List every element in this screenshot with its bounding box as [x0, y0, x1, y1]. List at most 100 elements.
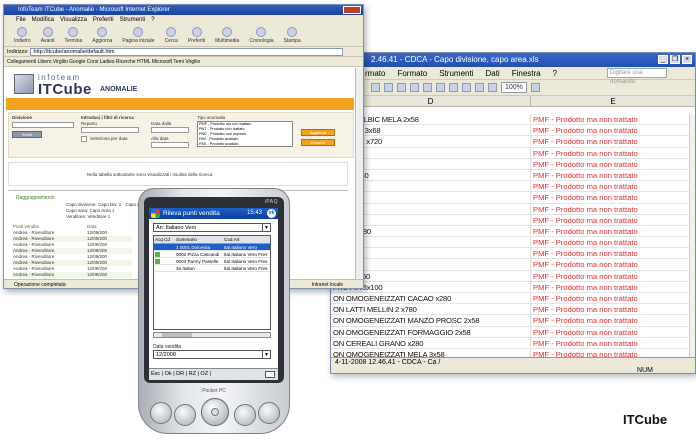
cell-e[interactable]: PMF - Prodotto ma non trattato: [531, 338, 695, 348]
seleziona-checkbox[interactable]: [81, 136, 87, 142]
close-icon[interactable]: [343, 6, 361, 14]
browser-title-bar[interactable]: InfoTeam ITCube - Anomalie - Microsoft I…: [4, 5, 363, 15]
cell-e[interactable]: PMF - Prodotto ma non trattato: [531, 304, 695, 314]
esporta-button[interactable]: Esporta: [301, 139, 335, 146]
sum-icon[interactable]: [436, 83, 445, 92]
address-input[interactable]: http://itcube/anomalie/default.htm: [30, 47, 343, 56]
scroll-thumb[interactable]: [162, 333, 192, 337]
print-icon[interactable]: [371, 83, 380, 92]
table-row[interactable]: TEFIORE x720PMF - Prodotto ma non tratta…: [331, 136, 695, 148]
dpad-icon[interactable]: [201, 398, 229, 426]
zoom-select[interactable]: 100%: [501, 82, 527, 93]
column-header-e[interactable]: E: [531, 96, 695, 106]
menu-strumenti[interactable]: Strumenti: [439, 67, 473, 79]
menu-formato-partial[interactable]: rmato: [365, 67, 385, 79]
cell-d[interactable]: ON CEREALI GRANO x280: [331, 337, 531, 348]
keyboard-icon[interactable]: [265, 371, 275, 378]
list-item[interactable]: PAS - Prodotto scaduto: [199, 142, 292, 146]
forward-button[interactable]: Avanti: [41, 27, 55, 44]
hyperlink-icon[interactable]: [423, 83, 432, 92]
data-dalla-input[interactable]: [151, 127, 189, 133]
ask-question-input[interactable]: Digitare una domanda: [607, 68, 667, 85]
minimize-icon[interactable]: _: [658, 55, 668, 64]
reparto-select[interactable]: [81, 127, 139, 133]
cell-e[interactable]: PMF - Prodotto ma non trattato: [531, 226, 695, 236]
table-row[interactable]: ON LATTI MELLIN 2 x780 PMF - Prodotto ma …: [331, 304, 695, 316]
cell-e[interactable]: PMF - Prodotto ma non trattato: [531, 248, 695, 258]
cell-e[interactable]: PMF - Prodotto ma non trattato: [531, 125, 695, 135]
favorites-button[interactable]: Preferiti: [188, 27, 205, 44]
cell-e[interactable]: PMF - Prodotto ma non trattato: [531, 215, 695, 225]
table-row[interactable]: 09PMF - Prodotto ma non trattato: [331, 248, 695, 260]
grid-header-cd[interactable]: Cd: [164, 236, 176, 243]
table-row[interactable]: ANZO 2x80PMF - Prodotto ma non trattato: [331, 225, 695, 238]
cell-e[interactable]: PMF - Prodotto ma non trattato: [531, 271, 695, 281]
aggiorna-button[interactable]: Aggiorna: [301, 129, 335, 136]
cell-e[interactable]: PMF - Prodotto ma non trattato: [531, 159, 695, 169]
checkbox-icon[interactable]: [155, 259, 160, 264]
cell-d[interactable]: ON OMOGENEIZZATI MANZO PROSC 2x58: [331, 315, 531, 326]
cell-e[interactable]: PMF - Prodotto ma non trattato: [531, 327, 695, 337]
pda-top-dropdown[interactable]: An: Italiano Vero ▼: [153, 223, 271, 232]
cell-e[interactable]: PMF - Prodotto ma non trattato: [531, 282, 695, 292]
cell-e[interactable]: PMF - Prodotto ma non trattato: [531, 204, 695, 214]
checkbox-icon[interactable]: [155, 252, 160, 257]
table-row[interactable]: x500PMF - Prodotto ma non trattato: [331, 203, 695, 215]
divisione-select[interactable]: [12, 122, 74, 128]
cell-e[interactable]: PMF - Prodotto ma non trattato: [531, 136, 695, 146]
grid-header-codart[interactable]: Cod.Art: [224, 236, 270, 243]
table-row[interactable]: RE x340PMF - Prodotto ma non trattato: [331, 181, 695, 193]
chevron-down-icon[interactable]: ▼: [262, 351, 270, 358]
menu-file[interactable]: File: [16, 15, 26, 25]
list-item[interactable]: 1 0001 Dolcevita Ital.Italiano Vero: [154, 244, 270, 251]
table-row[interactable]: x260PMF - Prodotto ma non trattato: [331, 158, 695, 170]
menu-modifica[interactable]: Modifica: [32, 15, 54, 25]
table-row[interactable]: ON CEREALI GRANO x280 PMF - Prodotto ma n…: [331, 337, 695, 349]
browser-vertical-scrollbar[interactable]: [355, 68, 363, 279]
cell-d[interactable]: ON LATTI MELLIN 2 x780: [331, 304, 531, 315]
cell-e[interactable]: PMF - Prodotto ma non trattato: [531, 170, 695, 180]
cell-e[interactable]: PMF - Prodotto ma non trattato: [531, 181, 695, 191]
list-item[interactable]: 0003 Parmy Pastelle Ital.Italiano Vero Fr…: [154, 258, 270, 265]
acq-check-icon[interactable]: [154, 258, 164, 264]
excel-title-bar[interactable]: 2.46.41 - CDCA - Capo divisione, capo ar…: [331, 53, 695, 67]
cell-e[interactable]: PMF - Prodotto ma non trattato: [531, 192, 695, 202]
links-bar[interactable]: Collegamenti Libero Virgilio Google Cors…: [4, 57, 363, 67]
chevron-down-icon[interactable]: ▼: [262, 224, 270, 231]
sort-desc-icon[interactable]: [462, 83, 471, 92]
acq-check-icon[interactable]: [154, 244, 164, 250]
cell-d[interactable]: ON OMOGENEIZZATI CACAO x280: [331, 293, 531, 304]
reset-button[interactable]: Reset: [12, 131, 42, 138]
undo-icon[interactable]: [397, 83, 406, 92]
drawing-icon[interactable]: [488, 83, 497, 92]
table-row[interactable]: I x260PMF - Prodotto ma non trattato: [331, 259, 695, 271]
grid-header-sommario[interactable]: Sommario: [176, 236, 224, 243]
redo-icon[interactable]: [410, 83, 419, 92]
stop-button[interactable]: Termina: [65, 27, 82, 44]
back-button[interactable]: Indietro: [14, 27, 31, 44]
list-item[interactable]: 3a Italian Ital.Italiano Vero Fres: [154, 265, 270, 272]
table-row[interactable]: 3x500PMF - Prodotto ma non trattato: [331, 237, 695, 249]
search-button[interactable]: Cerca: [165, 27, 178, 44]
menu-formato[interactable]: Formato: [397, 67, 427, 79]
menu-finestra[interactable]: Finestra: [512, 67, 541, 79]
cell-e[interactable]: PMF - Prodotto ma non trattato: [531, 315, 695, 325]
restore-icon[interactable]: ❐: [670, 55, 680, 64]
table-row[interactable]: MELA x160PMF - Prodotto ma non trattato: [331, 270, 695, 282]
menu-dati[interactable]: Dati: [485, 67, 499, 79]
cell-d[interactable]: ON OMOGENEIZZATI FORMAGGIO 2x58: [331, 326, 531, 337]
sheet-tab[interactable]: 4-11-2008 12.46.41 - CDCA - Ca /: [331, 357, 695, 366]
acq-check-icon[interactable]: [154, 265, 164, 271]
table-row[interactable]: ON OMOGENEIZZATI FORMAGGIO 2x58 PMF - Pro…: [331, 326, 695, 338]
menu-preferiti[interactable]: Preferiti: [93, 15, 114, 25]
table-row[interactable]: EZZATI ALBIC MELA 2x58 PMF - Prodotto ma …: [331, 114, 695, 126]
history-button[interactable]: Cronologia: [249, 27, 274, 44]
pda-date-dropdown[interactable]: 12/2008 ▼: [153, 350, 271, 359]
cell-e[interactable]: PMF - Prodotto ma non trattato: [531, 293, 695, 303]
acq-check-icon[interactable]: [154, 251, 164, 257]
list-item[interactable]: 0002 Pizza Cascandi Ital.Italiano Vero Fr…: [154, 251, 270, 258]
cell-e[interactable]: PMF - Prodotto ma non trattato: [531, 237, 695, 247]
contacts-button-icon[interactable]: [174, 404, 196, 426]
inbox-button-icon[interactable]: [234, 404, 256, 426]
help-icon[interactable]: [530, 83, 540, 92]
